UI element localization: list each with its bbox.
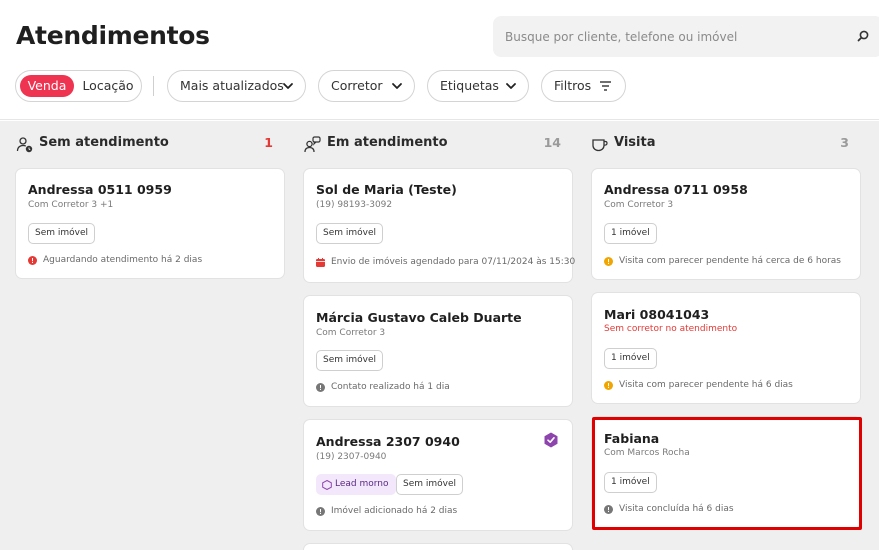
lead-card[interactable]: Sol de Maria (Teste) (19) 98193-3092 Sem… bbox=[303, 168, 576, 283]
lead-name: Andressa 0711 0958 bbox=[604, 182, 748, 197]
lead-name: Márcia Gustavo Caleb Duarte bbox=[316, 310, 522, 325]
lead-subtitle: Sem corretor no atendimento bbox=[604, 324, 738, 334]
lead-name: Mari 08041043 bbox=[604, 307, 710, 322]
status-text: Visita com parecer pendente há cerca de … bbox=[619, 256, 841, 266]
status-text: Aguardando atendimento há 2 dias bbox=[43, 255, 203, 265]
broker-dropdown[interactable]: Corretor bbox=[318, 70, 415, 102]
filters-button-label: Filtros bbox=[554, 78, 592, 93]
status-text: Contato realizado há 1 dia bbox=[331, 382, 450, 392]
cup-icon bbox=[592, 139, 608, 152]
search-icon[interactable] bbox=[856, 29, 870, 43]
column-title: Sem atendimento bbox=[39, 135, 169, 150]
lead-subtitle: Com Corretor 3 bbox=[316, 328, 386, 338]
column-count: 1 bbox=[264, 135, 273, 150]
lead-phone: (19) 98193-3092 bbox=[316, 200, 393, 210]
lead-card-partial[interactable] bbox=[303, 543, 573, 550]
column-header-visita: Visita 3 bbox=[591, 133, 849, 155]
alert-circle-icon bbox=[28, 256, 37, 265]
property-tag: 1 imóvel bbox=[604, 223, 657, 244]
column-title: Visita bbox=[614, 135, 656, 150]
column-count: 14 bbox=[543, 135, 561, 150]
chevron-down-icon bbox=[506, 83, 516, 89]
lead-subtitle: Com Corretor 3 +1 bbox=[28, 200, 114, 210]
status-text: Envio de imóveis agendado para 07/11/202… bbox=[331, 257, 576, 267]
page-header: Atendimentos Venda Locação Mais atualiza… bbox=[0, 0, 879, 120]
broker-dropdown-label: Corretor bbox=[331, 78, 383, 93]
lead-card[interactable]: Andressa 0711 0958 Com Corretor 3 1 imóv… bbox=[591, 168, 861, 280]
hexagon-icon bbox=[322, 480, 332, 490]
lead-temperature-tag: Lead morno bbox=[316, 474, 396, 495]
info-circle-icon bbox=[316, 383, 325, 392]
sort-dropdown[interactable]: Mais atualizados bbox=[167, 70, 306, 102]
lead-name: Sol de Maria (Teste) bbox=[316, 182, 457, 197]
property-tag: Sem imóvel bbox=[316, 223, 384, 244]
calendar-icon bbox=[316, 258, 325, 267]
lead-phone: (19) 2307-0940 bbox=[316, 452, 387, 462]
lead-card[interactable]: Andressa 0511 0959 Com Corretor 3 +1 Sem… bbox=[15, 168, 285, 279]
labels-dropdown[interactable]: Etiquetas bbox=[427, 70, 529, 102]
column-header-em-atendimento: Em atendimento 14 bbox=[304, 133, 561, 155]
lead-subtitle: Com Corretor 3 bbox=[604, 200, 674, 210]
filter-lines-icon bbox=[600, 81, 611, 91]
property-tag: Sem imóvel bbox=[316, 350, 384, 371]
column-title: Em atendimento bbox=[327, 135, 448, 150]
deal-type-toggle: Venda Locação bbox=[15, 70, 142, 102]
lead-card[interactable]: Márcia Gustavo Caleb Duarte Com Corretor… bbox=[303, 295, 573, 407]
page-title: Atendimentos bbox=[16, 21, 210, 50]
divider bbox=[153, 76, 154, 96]
lead-name: Andressa 0511 0959 bbox=[28, 182, 172, 197]
search-box[interactable] bbox=[493, 16, 879, 57]
lead-card[interactable]: Mari 08041043 Sem corretor no atendiment… bbox=[591, 292, 861, 404]
lead-card[interactable]: Andressa 2307 0940 (19) 2307-0940 Lead m… bbox=[303, 419, 573, 531]
property-tag: 1 imóvel bbox=[604, 348, 657, 369]
chevron-down-icon bbox=[283, 83, 293, 89]
selection-highlight bbox=[592, 417, 862, 530]
toggle-locacao[interactable]: Locação bbox=[78, 75, 138, 97]
chevron-down-icon bbox=[392, 83, 402, 89]
labels-dropdown-label: Etiquetas bbox=[440, 78, 499, 93]
lead-temperature-label: Lead morno bbox=[335, 479, 389, 489]
search-input[interactable] bbox=[505, 16, 845, 57]
property-tag: Sem imóvel bbox=[28, 223, 96, 244]
filters-button[interactable]: Filtros bbox=[541, 70, 626, 102]
lead-name: Andressa 2307 0940 bbox=[316, 434, 460, 449]
status-text: Imóvel adicionado há 2 dias bbox=[331, 506, 458, 516]
person-clock-icon bbox=[16, 137, 33, 153]
property-tag: Sem imóvel bbox=[396, 474, 464, 495]
column-count: 3 bbox=[840, 135, 849, 150]
status-text: Visita com parecer pendente há 6 dias bbox=[619, 380, 793, 390]
sort-dropdown-label: Mais atualizados bbox=[180, 78, 284, 93]
warning-circle-icon bbox=[604, 381, 613, 390]
info-circle-icon bbox=[316, 507, 325, 516]
people-chat-icon bbox=[304, 136, 321, 153]
toggle-venda[interactable]: Venda bbox=[20, 75, 74, 97]
warning-circle-icon bbox=[604, 257, 613, 266]
verified-check-icon bbox=[544, 432, 558, 448]
column-header-sem-atendimento: Sem atendimento 1 bbox=[16, 133, 273, 155]
